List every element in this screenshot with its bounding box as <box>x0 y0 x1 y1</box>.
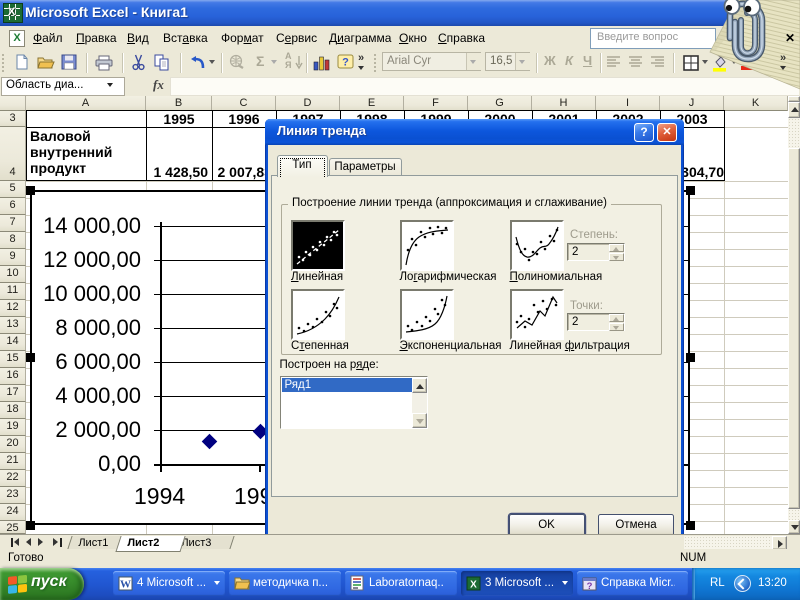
svg-text:?: ? <box>587 581 593 591</box>
svg-text:W: W <box>120 579 131 591</box>
svg-text:?: ? <box>342 57 349 69</box>
svg-text:X: X <box>470 580 477 591</box>
